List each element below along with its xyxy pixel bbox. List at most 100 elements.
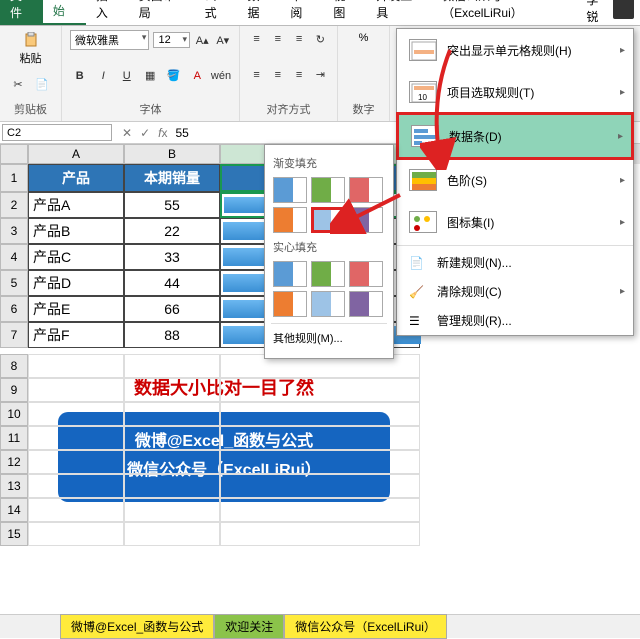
row-header[interactable]: 14 — [0, 498, 28, 522]
row-header[interactable]: 13 — [0, 474, 28, 498]
align-mid-icon[interactable]: ≡ — [269, 30, 286, 48]
annotation-arrow-1 — [420, 40, 470, 170]
indent-icon[interactable]: ⇥ — [312, 66, 329, 84]
tab-view[interactable]: 视图 — [323, 0, 366, 25]
row-header[interactable]: 1 — [0, 164, 28, 192]
fill-color-button[interactable]: 🪣 — [164, 67, 184, 85]
databar-purple-solid[interactable] — [349, 291, 383, 317]
cell-qty[interactable]: 22 — [124, 218, 220, 244]
cell-product[interactable]: 产品C — [28, 244, 124, 270]
tab-data[interactable]: 数据 — [238, 0, 281, 25]
tab-file[interactable]: 文件 — [0, 0, 43, 25]
row-header[interactable]: 4 — [0, 244, 28, 270]
group-align: 对齐方式 — [248, 101, 329, 119]
group-clipboard: 剪贴板 — [8, 101, 53, 119]
col-A[interactable]: A — [28, 144, 124, 164]
row-header[interactable]: 2 — [0, 192, 28, 218]
grow-font-icon[interactable]: A▴ — [194, 31, 211, 49]
font-name[interactable]: 微软雅黑 — [70, 30, 149, 50]
chevron-right-icon: ▸ — [620, 175, 625, 186]
align-right-icon[interactable]: ≡ — [291, 66, 308, 84]
cell-qty[interactable]: 66 — [124, 296, 220, 322]
chevron-right-icon: ▸ — [618, 131, 623, 142]
cell-product[interactable]: 产品E — [28, 296, 124, 322]
number-format[interactable]: % — [346, 30, 381, 46]
cell-product[interactable]: 产品F — [28, 322, 124, 348]
sheet-tab-2[interactable]: 欢迎关注 — [214, 614, 284, 639]
underline-button[interactable]: U — [117, 67, 137, 85]
enter-icon[interactable]: ✓ — [140, 126, 150, 140]
row-header[interactable]: 7 — [0, 322, 28, 348]
cell-qty[interactable]: 55 — [124, 192, 220, 218]
databar-blue-gradient[interactable] — [273, 177, 307, 203]
databar-red-solid[interactable] — [349, 261, 383, 287]
user-area[interactable]: 李锐 — [586, 0, 640, 25]
cell-qty[interactable]: 33 — [124, 244, 220, 270]
cell-product[interactable]: 产品B — [28, 218, 124, 244]
font-color-button[interactable]: A — [188, 67, 208, 85]
tab-review[interactable]: 审阅 — [280, 0, 323, 25]
databar-green-solid[interactable] — [311, 261, 345, 287]
cell-qty[interactable]: 44 — [124, 270, 220, 296]
cf-clear-rules[interactable]: 🧹清除规则(C)▸ — [397, 277, 633, 306]
tab-home[interactable]: 开始 — [43, 0, 86, 25]
header-qty[interactable]: 本期销量 — [124, 164, 220, 192]
group-number: 数字 — [346, 101, 381, 119]
cell-product[interactable]: 产品D — [28, 270, 124, 296]
sheet-tab-1[interactable]: 微博@Excel_函数与公式 — [60, 614, 214, 639]
row-header[interactable]: 12 — [0, 450, 28, 474]
cf-manage-rules[interactable]: ☰管理规则(R)... — [397, 306, 633, 335]
tab-layout[interactable]: 页面布局 — [129, 0, 195, 25]
cf-icon-sets[interactable]: 图标集(I)▸ — [397, 201, 633, 243]
chevron-right-icon: ▸ — [620, 217, 625, 228]
row-header[interactable]: 6 — [0, 296, 28, 322]
databar-lightblue-solid[interactable] — [311, 291, 345, 317]
chevron-right-icon: ▸ — [620, 286, 625, 297]
align-center-icon[interactable]: ≡ — [269, 66, 286, 84]
align-left-icon[interactable]: ≡ — [248, 66, 265, 84]
col-B[interactable]: B — [124, 144, 220, 164]
sheet-tab-3[interactable]: 微信公众号（ExcelLiRui） — [284, 614, 447, 639]
chevron-right-icon: ▸ — [620, 87, 625, 98]
phonetic-button[interactable]: wén — [211, 67, 231, 85]
more-rules[interactable]: 其他规则(M)... — [271, 323, 387, 352]
cf-new-rule[interactable]: 📄新建规则(N)... — [397, 248, 633, 277]
row-header[interactable]: 5 — [0, 270, 28, 296]
avatar — [613, 0, 634, 19]
italic-button[interactable]: I — [94, 67, 114, 85]
row-header[interactable]: 3 — [0, 218, 28, 244]
cancel-icon[interactable]: ✕ — [122, 126, 132, 140]
cell-qty[interactable]: 88 — [124, 322, 220, 348]
databar-orange-solid[interactable] — [273, 291, 307, 317]
name-box[interactable]: C2 — [2, 124, 112, 141]
databar-blue-solid[interactable] — [273, 261, 307, 287]
align-top-icon[interactable]: ≡ — [248, 30, 265, 48]
paste-button[interactable]: 粘贴 — [8, 30, 53, 68]
row-header[interactable]: 11 — [0, 426, 28, 450]
databar-orange-gradient[interactable] — [273, 207, 307, 233]
row-header[interactable]: 15 — [0, 522, 28, 546]
select-all-corner[interactable] — [0, 144, 28, 164]
header-product[interactable]: 产品 — [28, 164, 124, 192]
border-button[interactable]: ▦ — [141, 67, 161, 85]
fx-icon[interactable]: fx — [158, 126, 167, 140]
align-bot-icon[interactable]: ≡ — [291, 30, 308, 48]
tab-wechat[interactable]: 微信公众号（ExcelLiRui） — [432, 0, 586, 25]
formula-value[interactable]: 55 — [175, 126, 188, 140]
copy-icon[interactable]: 📄 — [32, 76, 52, 94]
font-size[interactable]: 12 — [153, 32, 190, 48]
cut-icon[interactable]: ✂ — [8, 76, 28, 94]
tab-insert[interactable]: 插入 — [86, 0, 129, 25]
row-header[interactable]: 10 — [0, 402, 28, 426]
data-bars-submenu: 渐变填充 实心填充 其他规则(M)... — [264, 144, 394, 359]
tab-formula[interactable]: 公式 — [195, 0, 238, 25]
bold-button[interactable]: B — [70, 67, 90, 85]
annotation-arrow-2 — [330, 190, 410, 240]
group-font: 字体 — [70, 101, 231, 119]
orientation-icon[interactable]: ↻ — [312, 30, 329, 48]
row-header[interactable]: 9 — [0, 378, 28, 402]
cell-product[interactable]: 产品A — [28, 192, 124, 218]
tab-dev[interactable]: 开发工具 — [366, 0, 432, 25]
row-header[interactable]: 8 — [0, 354, 28, 378]
shrink-font-icon[interactable]: A▾ — [214, 31, 231, 49]
